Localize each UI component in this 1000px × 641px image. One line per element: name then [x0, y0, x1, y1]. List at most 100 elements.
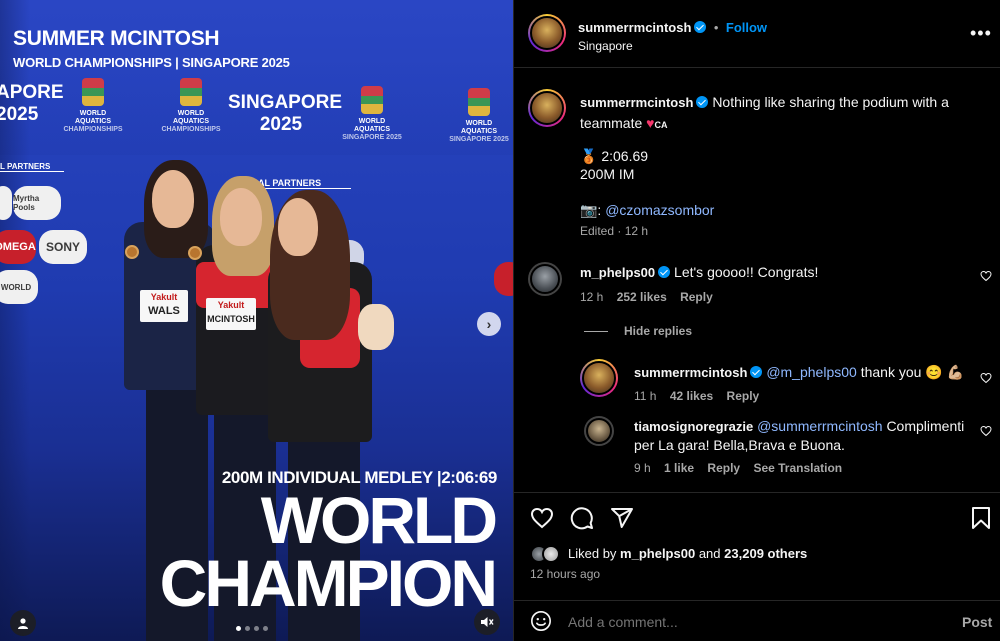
backdrop-year-left-text: 2025 — [0, 104, 39, 125]
credit-mention-link[interactable]: @czomazsombor — [605, 202, 714, 218]
slide-indicator — [236, 626, 268, 631]
chevron-right-icon: › — [486, 316, 492, 332]
overlay-event-name: WORLD CHAMPIONSHIPS | SINGAPORE 2025 — [13, 55, 290, 70]
user-tag-button[interactable] — [10, 610, 36, 636]
like-comment-heart-icon[interactable] — [980, 270, 992, 282]
backdrop-city-left-text: APORE — [0, 82, 64, 103]
post-location[interactable]: Singapore — [578, 39, 633, 53]
reply-username[interactable]: tiamosignoregrazie — [634, 419, 753, 434]
like-reply-heart-icon[interactable] — [980, 372, 992, 384]
smiley-icon[interactable] — [530, 610, 552, 632]
mute-button[interactable] — [474, 609, 500, 635]
flag-emoji: CA — [654, 120, 668, 130]
verified-badge-icon — [694, 21, 707, 33]
comment-likes[interactable]: 252 likes — [617, 290, 667, 304]
world-aquatics-logo: WORLD AQUATICS SINGAPORE 2025 — [448, 88, 510, 144]
liked-by-and: and — [698, 546, 721, 561]
more-icon: ••• — [970, 23, 992, 43]
liked-by-summary[interactable]: Liked by m_phelps00 and 23,209 others — [568, 544, 807, 564]
separator-dot: • — [713, 20, 719, 35]
add-comment-bar: Post — [514, 600, 1000, 641]
comment-username[interactable]: m_phelps00 — [580, 265, 655, 280]
sponsor-logo: WORLD — [0, 270, 38, 304]
verified-badge-icon — [658, 266, 671, 278]
reply-likes[interactable]: 1 like — [664, 461, 694, 475]
verified-badge-icon — [696, 96, 709, 108]
like-reply-heart-icon[interactable] — [980, 425, 992, 437]
reply-mention-link[interactable]: @m_phelps00 — [766, 364, 857, 380]
edited-timestamp: Edited · 12 h — [580, 224, 649, 238]
more-options-button[interactable]: ••• — [970, 24, 992, 42]
reply-time: 9 h — [634, 461, 651, 475]
bookmark-icon[interactable] — [970, 506, 992, 530]
slide-dot — [245, 626, 250, 631]
reply-username[interactable]: summerrmcintosh — [634, 365, 747, 380]
hide-replies-button[interactable]: Hide replies — [624, 324, 692, 338]
sponsor-logo: SONY — [39, 230, 87, 264]
reply-text: thank you 😊 💪🏼 — [860, 364, 965, 380]
comment-text: Let's goooo!! Congrats! — [674, 264, 819, 280]
post-panel: summerrmcintosh • Follow Singapore ••• s… — [513, 0, 1000, 641]
comment: m_phelps00 Let's goooo!! Congrats! — [580, 262, 960, 283]
author-username[interactable]: summerrmcintosh — [578, 20, 691, 35]
reply-meta: 11 h 42 likes Reply — [634, 389, 759, 403]
reply-likes[interactable]: 42 likes — [670, 389, 713, 403]
sponsor-logo — [494, 262, 513, 296]
slide-dot — [263, 626, 268, 631]
caption-credit: 📷: @czomazsombor — [580, 200, 714, 220]
heart-icon[interactable] — [530, 506, 554, 530]
overlay-headline-line2: CHAMPION — [159, 546, 498, 620]
sponsor-logo: Myrtha Pools — [13, 186, 61, 220]
reply-meta: 9 h 1 like Reply See Translation — [634, 461, 842, 475]
overlay-headline-line1: WORLD — [260, 483, 498, 557]
comment-icon[interactable] — [570, 506, 594, 530]
avatar[interactable] — [528, 14, 566, 52]
liked-by-prefix: Liked by — [568, 546, 617, 561]
reply-text-continued: per La gara! Bella,Brava e Buona. — [634, 437, 845, 453]
avatar[interactable] — [584, 416, 614, 446]
send-icon[interactable] — [610, 506, 634, 530]
avatar[interactable] — [580, 359, 618, 397]
caption-medal-line: 🥉 2:06.69 — [580, 148, 649, 164]
reply-text: Complimenti — [886, 418, 965, 434]
backdrop-city-left: APORE 2025 — [0, 82, 64, 126]
avatar[interactable] — [528, 89, 566, 127]
partners-label: AL PARTNERS — [258, 178, 352, 189]
world-aquatics-logo: WORLD AQUATICS SINGAPORE 2025 — [341, 86, 403, 142]
caption-event-line: 200M IM — [580, 166, 635, 182]
avatar[interactable] — [528, 262, 562, 296]
post-media[interactable]: SUMMER MCINTOSH WORLD CHAMPIONSHIPS | SI… — [0, 0, 513, 641]
overlay-athlete-name: SUMMER MCINTOSH — [13, 27, 220, 50]
partners-label: L PARTNERS — [0, 162, 65, 172]
comment-input[interactable] — [568, 611, 908, 633]
reply-button[interactable]: Reply — [707, 461, 740, 475]
post-header: summerrmcintosh • Follow Singapore ••• — [514, 0, 1000, 68]
reply-mention-link[interactable]: @summerrmcintosh — [757, 418, 882, 434]
post-time: 12 hours ago — [530, 567, 601, 581]
post-actions: Liked by m_phelps00 and 23,209 others 12… — [514, 492, 1000, 592]
liked-by-count[interactable]: 23,209 others — [724, 546, 807, 561]
camera-emoji: 📷: — [580, 202, 602, 218]
see-translation-button[interactable]: See Translation — [753, 461, 842, 475]
caption-username[interactable]: summerrmcintosh — [580, 95, 693, 110]
reply-button[interactable]: Reply — [680, 290, 713, 304]
liked-by-avatars[interactable] — [530, 545, 564, 563]
backdrop-city: SINGAPORE 2025 — [228, 92, 343, 135]
follow-button[interactable]: Follow — [726, 20, 767, 35]
sponsor-logo: OMEGA — [0, 230, 36, 264]
next-slide-button[interactable]: › — [477, 312, 501, 336]
reply: tiamosignoregrazie @summerrmcintosh Comp… — [634, 416, 972, 437]
comment-time: 12 h — [580, 290, 604, 304]
slide-dot — [254, 626, 259, 631]
liked-by-user[interactable]: m_phelps00 — [620, 546, 695, 561]
comment-meta: 12 h 252 likes Reply — [580, 290, 713, 304]
world-aquatics-logo: WORLD AQUATICS CHAMPIONSHIPS — [160, 78, 222, 134]
reply-button[interactable]: Reply — [727, 389, 760, 403]
reply: summerrmcintosh @m_phelps00 thank you 😊 … — [634, 362, 974, 383]
slide-dot — [236, 626, 241, 631]
post-comment-button[interactable]: Post — [962, 614, 992, 630]
world-aquatics-logo: WORLD AQUATICS CHAMPIONSHIPS — [62, 78, 124, 134]
verified-badge-icon — [750, 366, 763, 378]
sponsor-logo — [0, 186, 12, 220]
replies-divider — [584, 331, 608, 332]
